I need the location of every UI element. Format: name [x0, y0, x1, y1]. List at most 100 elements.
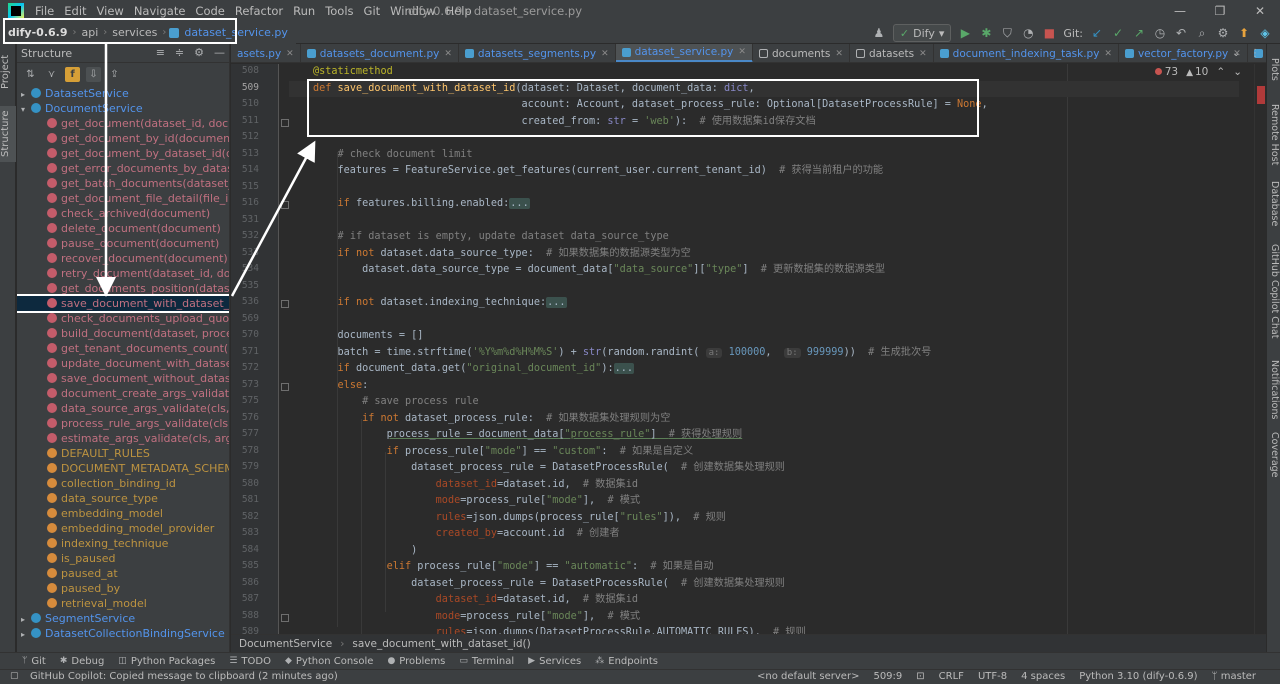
menu-git[interactable]: Git — [359, 0, 386, 22]
status-indent[interactable]: 4 spaces — [1021, 670, 1065, 684]
structure-item-method[interactable]: check_archived(document) — [17, 206, 229, 221]
editor-tab[interactable]: asets.py ✕ — [231, 44, 301, 62]
stop-icon[interactable]: ■ — [1042, 26, 1056, 40]
fold-marker-icon[interactable] — [281, 300, 289, 308]
chevron-right-icon[interactable]: ▸ — [21, 627, 31, 642]
error-stripe[interactable] — [1254, 64, 1266, 634]
close-tab-icon[interactable]: ✕ — [1104, 49, 1112, 59]
code-line[interactable]: dataset.data_source_type = document_data… — [313, 262, 885, 279]
code-line[interactable]: mode=process_rule["mode"], # 模式 — [313, 609, 640, 626]
updates-icon[interactable]: ⬆ — [1237, 26, 1251, 40]
editor-tab[interactable]: vector_factory.py ✕ — [1119, 44, 1248, 62]
code-line[interactable]: if not dataset_process_rule: # 如果数据集处理规则… — [313, 411, 670, 428]
inspection-widget[interactable]: 73 ▲ 10 ⌃ ⌄ — [1154, 66, 1242, 78]
structure-item-method[interactable]: get_documents_position(dataset_id) — [17, 281, 229, 296]
fold-marker-icon[interactable] — [281, 613, 289, 622]
code-line[interactable]: created_from: str = 'web'): # 使用数据集id保存文… — [313, 114, 816, 131]
copilot-icon[interactable]: ◈ — [1258, 26, 1272, 40]
git-push-icon[interactable]: ↗ — [1132, 26, 1146, 40]
toolwin-todo[interactable]: ☰ TODO — [229, 656, 271, 667]
structure-item-method[interactable]: save_document_with_dataset_id(dataset — [17, 294, 229, 313]
chevron-right-icon[interactable]: ▸ — [21, 87, 31, 102]
editor-tab[interactable]: dataset_service.py ✕ — [615, 44, 753, 62]
structure-item-field[interactable]: embedding_model_provider — [17, 521, 229, 536]
code-line[interactable]: ) — [313, 543, 417, 560]
code-line[interactable]: dataset_process_rule = DatasetProcessRul… — [313, 460, 785, 477]
user-icon[interactable]: ♟ — [872, 26, 886, 40]
prev-highlight-icon[interactable]: ⌃ — [1216, 66, 1225, 78]
hide-panel-icon[interactable]: — — [214, 46, 225, 59]
structure-item-field[interactable]: retrieval_model — [17, 596, 229, 611]
toolwin-services[interactable]: ▶ Services — [528, 656, 581, 667]
structure-item-field[interactable]: DOCUMENT_METADATA_SCHEMA — [17, 461, 229, 476]
editor-tab[interactable]: datasets ✕ — [850, 44, 934, 62]
editor-tab[interactable]: datasets_segments.py ✕ — [459, 44, 616, 62]
structure-item-class[interactable]: ▸ DatasetService — [17, 86, 229, 102]
code-line[interactable]: features = FeatureService.get_features(c… — [313, 163, 884, 180]
close-tab-icon[interactable]: ✕ — [835, 49, 843, 59]
structure-item-field[interactable]: data_source_type — [17, 491, 229, 506]
structure-item-method[interactable]: get_error_documents_by_dataset_id(da — [17, 161, 229, 176]
structure-item-field[interactable]: paused_at — [17, 566, 229, 581]
menu-run[interactable]: Run — [288, 0, 320, 22]
structure-item-class[interactable]: ▸ DatasetCollectionBindingService — [17, 626, 229, 642]
structure-item-field[interactable]: paused_by — [17, 581, 229, 596]
code-line[interactable]: if features.billing.enabled:... — [313, 196, 530, 213]
code-line[interactable]: documents = [] — [313, 328, 424, 345]
chevron-down-icon[interactable]: ▾ — [21, 102, 31, 117]
maximize-button[interactable]: ❐ — [1200, 0, 1240, 22]
code-line[interactable]: def save_document_with_dataset_id(datase… — [289, 80, 1239, 97]
history-icon[interactable]: ◷ — [1153, 26, 1167, 40]
breadcrumb-services[interactable]: services — [110, 26, 159, 39]
status-message[interactable]: GitHub Copilot: Copied message to clipbo… — [30, 670, 338, 684]
show-inherited-icon[interactable]: ⋎ — [44, 67, 59, 82]
code-line[interactable]: elif process_rule["mode"] == "automatic"… — [313, 559, 714, 576]
structure-item-method[interactable]: get_document(dataset_id, document_id) — [17, 116, 229, 131]
code-line[interactable]: mode=process_rule["mode"], # 模式 — [313, 493, 640, 510]
editor-tab[interactable]: documents ✕ — [753, 44, 850, 62]
structure-item-field[interactable]: indexing_technique — [17, 536, 229, 551]
structure-item-method[interactable]: get_document_file_detail(file_id) — [17, 191, 229, 206]
tab-more-icon[interactable]: ⋮ — [1250, 44, 1260, 63]
code-line[interactable]: else: — [313, 378, 369, 395]
structure-item-field[interactable]: collection_binding_id — [17, 476, 229, 491]
tab-list-chevron-icon[interactable]: ⌄ — [1232, 44, 1240, 63]
code-line[interactable]: if process_rule["mode"] == "custom": # 如… — [313, 444, 694, 461]
run-icon[interactable]: ▶ — [958, 26, 972, 40]
editor-tab[interactable]: document_indexing_task.py ✕ — [934, 44, 1119, 62]
structure-item-method[interactable]: process_rule_args_validate(cls, args) — [17, 416, 229, 431]
breadcrumb-project[interactable]: dify-0.6.9 — [6, 26, 70, 39]
notifications-tool-tab[interactable]: Notifications — [1266, 360, 1280, 419]
warnings-count[interactable]: ▲ 10 — [1186, 66, 1208, 78]
menu-view[interactable]: View — [92, 0, 129, 22]
project-tool-tab[interactable]: Project — [0, 50, 16, 94]
code-line[interactable]: if not dataset.indexing_technique:... — [313, 295, 567, 312]
fold-marker-icon[interactable] — [281, 201, 289, 209]
code-line[interactable]: if document_data.get("original_document_… — [313, 361, 634, 378]
toolwin-endpoints[interactable]: ⁂ Endpoints — [595, 656, 658, 667]
menu-tools[interactable]: Tools — [320, 0, 358, 22]
close-tab-icon[interactable]: ✕ — [444, 49, 452, 59]
error-stripe-marker[interactable] — [1257, 86, 1265, 104]
errors-count[interactable]: 73 — [1154, 66, 1178, 78]
menu-navigate[interactable]: Navigate — [129, 0, 191, 22]
structure-item-field[interactable]: DEFAULT_RULES — [17, 446, 229, 461]
coverage-tool-tab[interactable]: Coverage — [1266, 432, 1280, 478]
structure-item-method[interactable]: pause_document(document) — [17, 236, 229, 251]
status-interpreter[interactable]: Python 3.10 (dify-0.6.9) — [1079, 670, 1197, 684]
structure-item-field[interactable]: is_paused — [17, 551, 229, 566]
toolwin-python-packages[interactable]: ◫ Python Packages — [118, 656, 215, 667]
status-branch[interactable]: ᛘ master — [1212, 670, 1256, 684]
breadcrumb-api[interactable]: api — [80, 26, 101, 39]
structure-item-method[interactable]: get_tenant_documents_count() — [17, 341, 229, 356]
structure-item-method[interactable]: update_document_with_dataset_id(dat — [17, 356, 229, 371]
autoscroll-from-source-icon[interactable]: ⇪ — [107, 67, 122, 82]
code-line[interactable]: # if dataset is empty, update dataset da… — [313, 229, 669, 246]
structure-item-class[interactable]: ▾ DocumentService — [17, 101, 229, 117]
menu-edit[interactable]: Edit — [59, 0, 91, 22]
status-caret-position[interactable]: 509:9 — [873, 670, 902, 684]
copilot-chat-tool-tab[interactable]: GitHub Copilot Chat — [1266, 244, 1280, 338]
structure-item-method[interactable]: estimate_args_validate(cls, args) — [17, 431, 229, 446]
rollback-icon[interactable]: ↶ — [1174, 26, 1188, 40]
structure-item-method[interactable]: retry_document(dataset_id, documents) — [17, 266, 229, 281]
